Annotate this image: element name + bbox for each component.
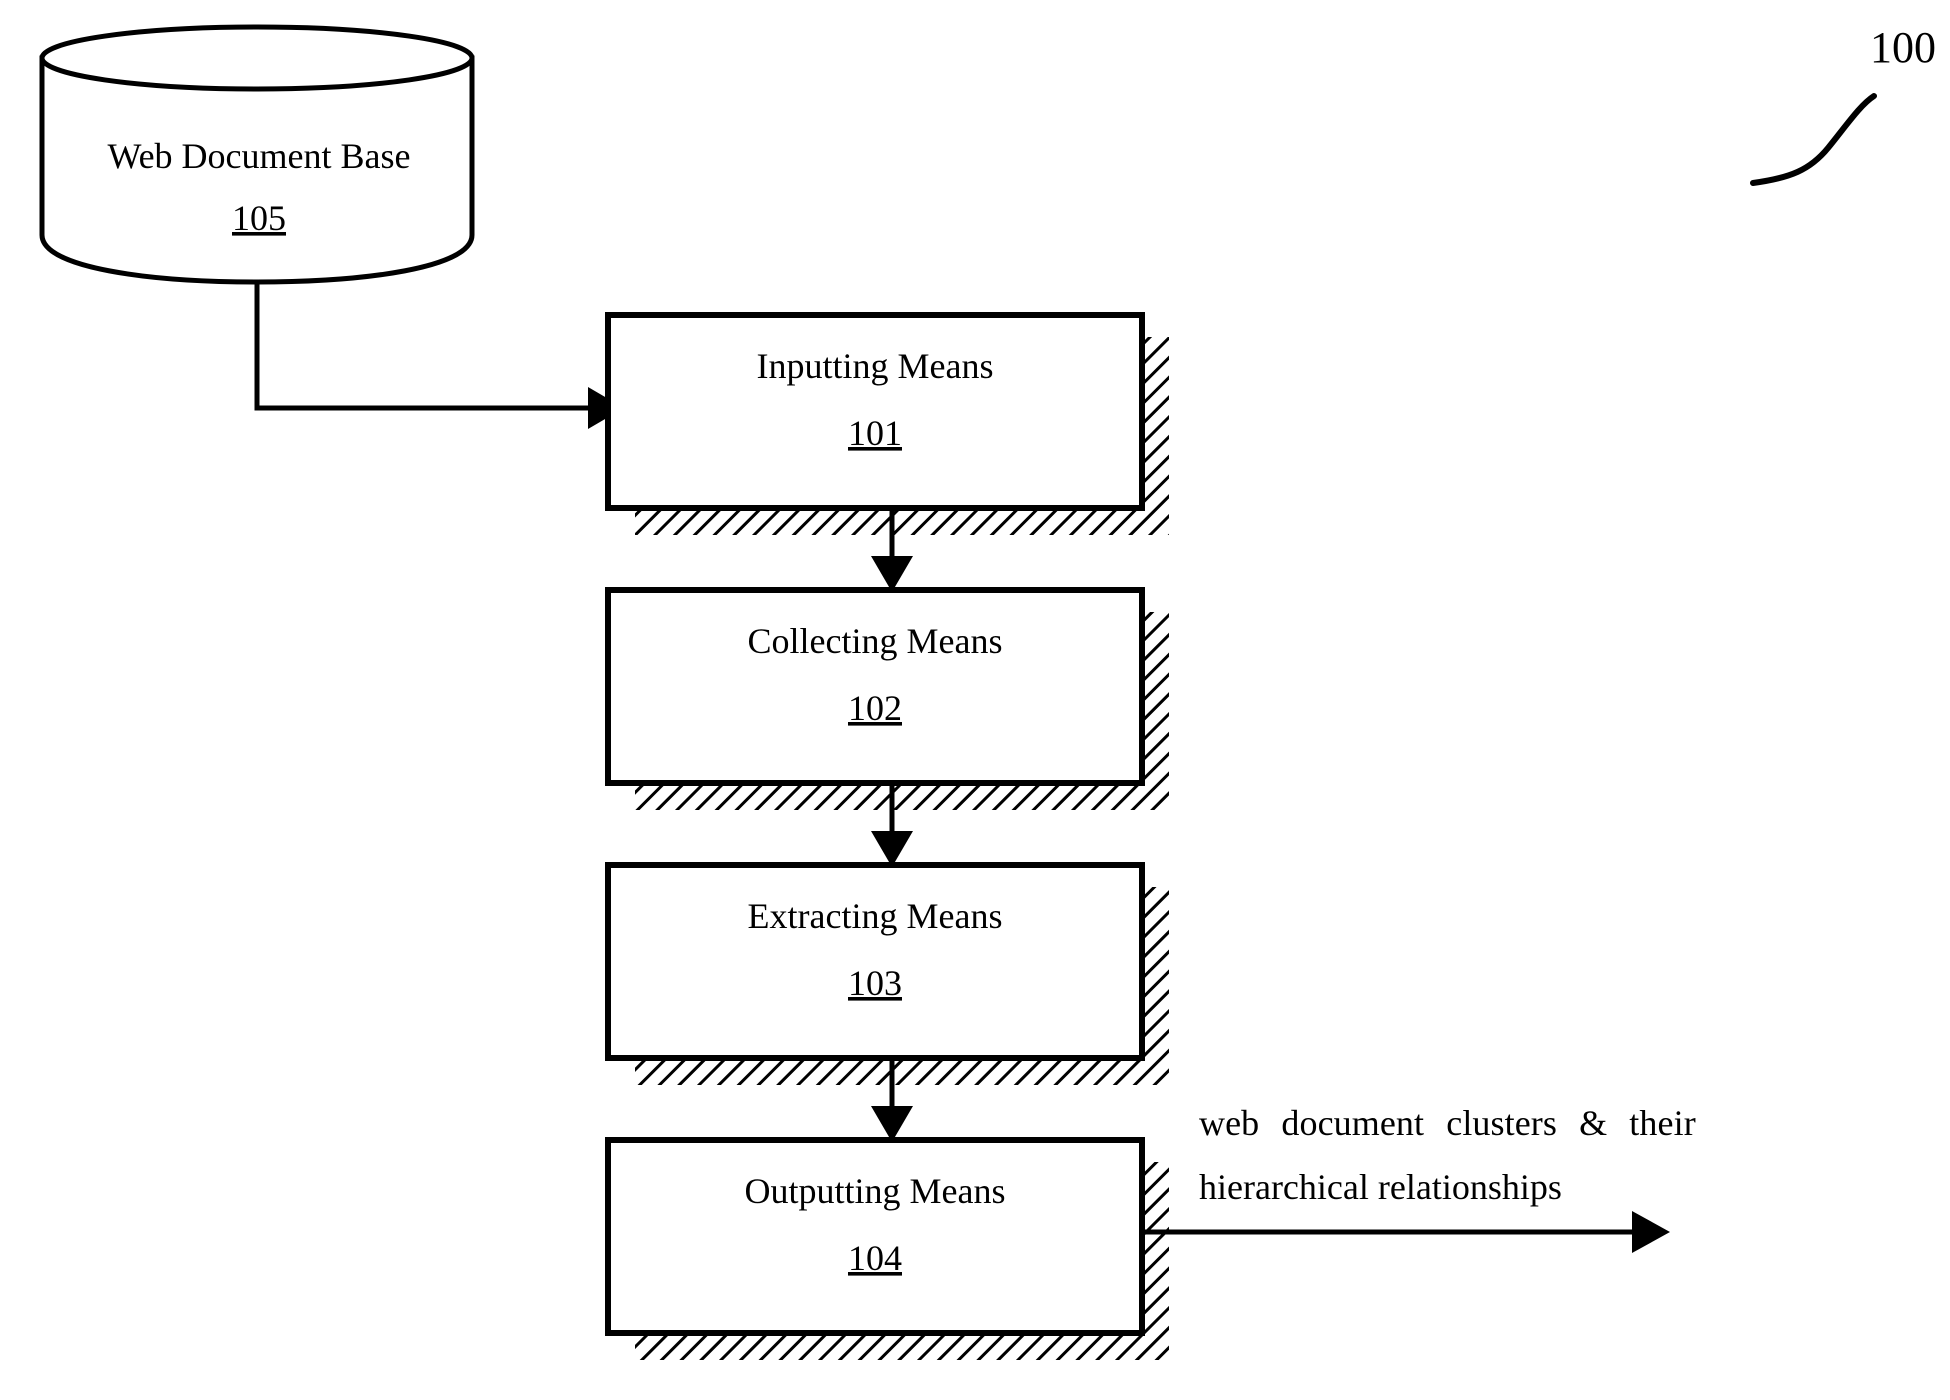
arrow-head-icon [1632,1211,1670,1253]
figure-reference-numeral: 100 [1870,23,1936,72]
box-outline [605,312,1145,511]
connector-line [254,282,588,411]
box-label: Extracting Means [748,896,1003,936]
patent-figure: Web Document Base 105 Inputting Means 10… [0,0,1950,1400]
box-reference: 104 [848,1238,902,1278]
box-label: Inputting Means [757,346,994,386]
box-label: Collecting Means [748,621,1003,661]
output-flow-label-line1: web document clusters & their [1199,1103,1696,1143]
datastore-label: Web Document Base [107,136,410,176]
cylinder-top-ellipse [39,24,475,92]
connector-datastore-to-inputting [254,282,624,429]
box-reference: 101 [848,413,902,453]
arrow-head-icon [871,556,913,592]
figure-leader-line [1750,93,1877,186]
box-reference: 102 [848,688,902,728]
process-box-inputting-means[interactable]: Inputting Means 101 [605,312,1169,535]
output-flow-label-line2: hierarchical relationships [1199,1167,1562,1207]
process-box-collecting-means[interactable]: Collecting Means 102 [605,587,1169,810]
arrow-head-icon [871,831,913,867]
box-outline [605,1137,1145,1336]
process-box-outputting-means[interactable]: Outputting Means 104 [605,1137,1169,1360]
box-outline [605,587,1145,786]
box-reference: 103 [848,963,902,1003]
connector-output-result [1142,1211,1670,1253]
box-outline [605,862,1145,1061]
arrow-head-icon [871,1106,913,1142]
box-label: Outputting Means [745,1171,1006,1211]
datastore-reference: 105 [232,198,286,238]
flowchart-diagram: Web Document Base 105 Inputting Means 10… [39,23,1936,1360]
process-box-extracting-means[interactable]: Extracting Means 103 [605,862,1169,1085]
